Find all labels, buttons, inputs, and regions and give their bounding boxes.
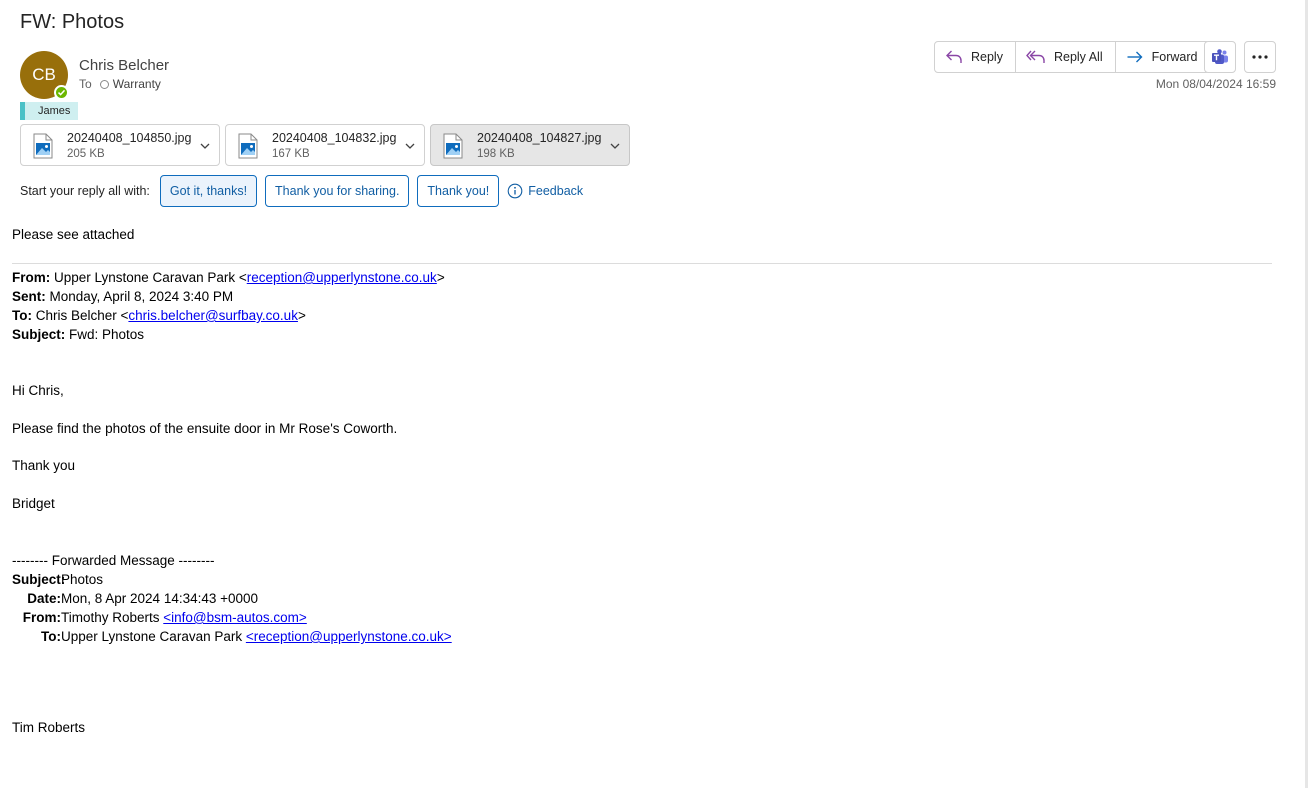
forwarded-subject-value: Photos xyxy=(61,572,104,587)
body-thanks: Thank you xyxy=(12,458,76,473)
image-file-icon xyxy=(238,133,258,159)
attachment-well: 20240408_104850.jpg 205 KB 20240408_1048… xyxy=(20,124,635,166)
attachment-name: 20240408_104832.jpg xyxy=(272,131,397,145)
header-sent-value: Monday, April 8, 2024 3:40 PM xyxy=(45,289,234,304)
body-signoff: Bridget xyxy=(12,496,55,511)
forwarded-from-name: Timothy Roberts xyxy=(61,610,164,625)
reply-icon xyxy=(946,50,962,63)
chevron-down-icon[interactable] xyxy=(609,140,621,152)
body-greeting: Hi Chris, xyxy=(12,383,64,398)
reply-all-icon xyxy=(1026,50,1045,63)
header-sent-label: Sent: xyxy=(12,289,46,304)
attachment-name: 20240408_104827.jpg xyxy=(477,131,602,145)
teams-icon xyxy=(1212,49,1228,64)
forwarded-from-email-link[interactable]: <info@bsm-autos.com> xyxy=(163,610,307,625)
recipient-status-icon xyxy=(99,79,109,89)
suggested-reply-button[interactable]: Thank you! xyxy=(417,175,500,207)
forwarded-to-email-link[interactable]: <reception@upperlynstone.co.uk> xyxy=(246,629,452,644)
sender-name[interactable]: Chris Belcher xyxy=(79,57,169,74)
body-intro: Please see attached xyxy=(12,227,135,242)
forward-button[interactable]: Forward xyxy=(1114,42,1210,72)
header-from: From: Upper Lynstone Caravan Park <recep… xyxy=(12,270,445,285)
forwarded-from-label: From: xyxy=(22,610,61,625)
forwarded-to-label: To: xyxy=(41,629,61,644)
more-horizontal-icon xyxy=(1252,55,1268,59)
header-to-name: Chris Belcher < xyxy=(32,308,129,323)
info-icon xyxy=(507,183,523,199)
attachment-card[interactable]: 20240408_104832.jpg 167 KB xyxy=(225,124,425,166)
forwarded-from: From:Timothy Roberts <info@bsm-autos.com… xyxy=(12,610,307,625)
forward-arrow-icon xyxy=(1127,51,1143,63)
category-tag[interactable]: James xyxy=(20,102,79,120)
header-to-label: To: xyxy=(12,308,32,323)
reply-all-button[interactable]: Reply All xyxy=(1014,42,1115,72)
header-subject-label: Subject: xyxy=(12,327,66,342)
image-file-icon xyxy=(33,133,53,159)
feedback-label: Feedback xyxy=(528,184,584,198)
forwarded-date: Date:Mon, 8 Apr 2024 14:34:43 +0000 xyxy=(12,591,258,606)
attachment-size: 205 KB xyxy=(67,148,105,160)
recipient-name[interactable]: Warranty xyxy=(113,77,161,91)
recipient-line: To Warranty xyxy=(79,77,161,91)
header-to: To: Chris Belcher <chris.belcher@surfbay… xyxy=(12,308,306,323)
suggested-reply-button[interactable]: Thank you for sharing. xyxy=(265,175,410,207)
forwarded-marker: -------- Forwarded Message -------- xyxy=(12,553,215,568)
header-subject-value: Fwd: Photos xyxy=(65,327,145,342)
attachment-card[interactable]: 20240408_104850.jpg 205 KB xyxy=(20,124,220,166)
attachment-size: 198 KB xyxy=(477,148,515,160)
suggested-replies: Start your reply all with: Got it, thank… xyxy=(20,175,583,207)
more-options-button[interactable] xyxy=(1244,41,1276,73)
forwarded-subject-label: Subject: xyxy=(12,572,66,587)
attachment-card[interactable]: 20240408_104827.jpg 198 KB xyxy=(430,124,630,166)
header-subject: Subject: Fwd: Photos xyxy=(12,327,144,342)
received-datetime: Mon 08/04/2024 16:59 xyxy=(1155,77,1276,91)
teams-button[interactable] xyxy=(1204,41,1236,73)
presence-available-icon xyxy=(54,85,69,100)
header-from-name: Upper Lynstone Caravan Park < xyxy=(50,270,247,285)
suggested-replies-label: Start your reply all with: xyxy=(20,184,150,198)
forwarded-to: To:Upper Lynstone Caravan Park <receptio… xyxy=(12,629,452,644)
chevron-down-icon[interactable] xyxy=(199,140,211,152)
body-message: Please find the photos of the ensuite do… xyxy=(12,421,398,436)
header-from-close: > xyxy=(436,270,445,285)
header-from-label: From: xyxy=(12,270,51,285)
reply-button[interactable]: Reply xyxy=(935,42,1015,72)
reply-actions: Reply Reply All Forward xyxy=(934,41,1211,73)
closing-name: Tim Roberts xyxy=(12,720,86,735)
header-to-close: > xyxy=(297,308,306,323)
reply-all-label: Reply All xyxy=(1053,50,1103,64)
reply-label: Reply xyxy=(971,50,1003,64)
forwarded-date-label: Date: xyxy=(27,591,61,606)
attachment-name: 20240408_104850.jpg xyxy=(67,131,192,145)
forwarded-subject: Subject:Photos xyxy=(12,572,103,587)
feedback-link[interactable]: Feedback xyxy=(507,183,583,199)
header-to-email-link[interactable]: chris.belcher@surfbay.co.uk xyxy=(128,308,298,323)
attachment-size: 167 KB xyxy=(272,148,310,160)
body-divider xyxy=(12,263,1272,264)
forwarded-date-value: Mon, 8 Apr 2024 14:34:43 +0000 xyxy=(61,591,259,606)
chevron-down-icon[interactable] xyxy=(404,140,416,152)
suggested-reply-button[interactable]: Got it, thanks! xyxy=(159,175,258,207)
image-file-icon xyxy=(443,133,463,159)
email-subject: FW: Photos xyxy=(20,11,125,33)
to-label: To xyxy=(79,77,92,91)
forward-label: Forward xyxy=(1151,50,1198,64)
avatar-initials: CB xyxy=(32,65,56,84)
header-from-email-link[interactable]: reception@upperlynstone.co.uk xyxy=(247,270,437,285)
header-sent: Sent: Monday, April 8, 2024 3:40 PM xyxy=(12,289,233,304)
forwarded-to-name: Upper Lynstone Caravan Park xyxy=(61,629,246,644)
